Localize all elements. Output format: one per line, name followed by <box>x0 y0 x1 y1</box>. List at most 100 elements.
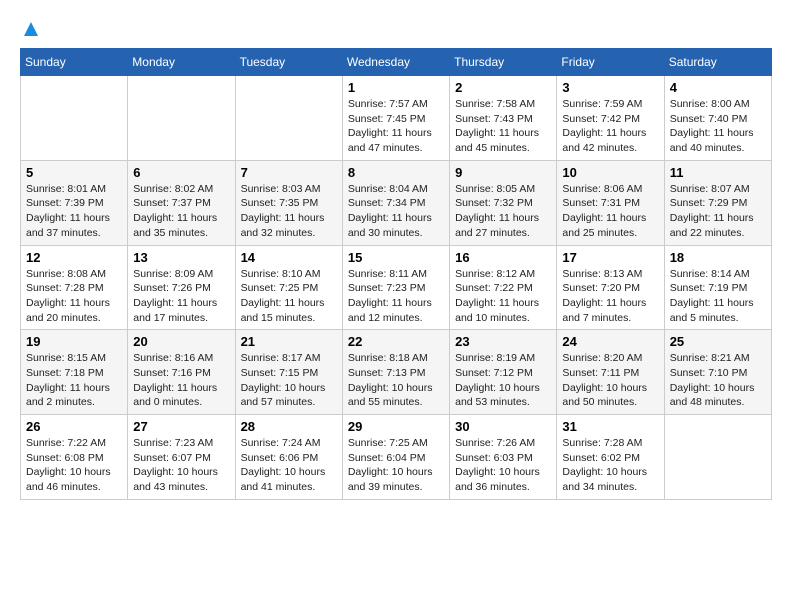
day-info: Sunrise: 8:03 AM Sunset: 7:35 PM Dayligh… <box>241 182 337 241</box>
day-info: Sunrise: 8:06 AM Sunset: 7:31 PM Dayligh… <box>562 182 658 241</box>
day-number: 27 <box>133 419 229 434</box>
day-cell: 18Sunrise: 8:14 AM Sunset: 7:19 PM Dayli… <box>664 245 771 330</box>
day-cell: 28 Sunrise: 7:24 AM Sunset: 6:06 PM Dayli… <box>235 415 342 500</box>
day-number: 20 <box>133 334 229 349</box>
day-cell <box>21 76 128 161</box>
day-info: Sunrise: 8:17 AM Sunset: 7:15 PM Dayligh… <box>241 351 337 410</box>
day-info: Sunrise: 8:09 AM Sunset: 7:26 PM Dayligh… <box>133 267 229 326</box>
day-cell: 3 Sunrise: 7:59 AM Sunset: 7:42 PM Daylig… <box>557 76 664 161</box>
day-number: 4 <box>670 80 766 95</box>
day-info: Sunrise: 7:22 AM Sunset: 6:08 PM Dayligh… <box>26 436 122 495</box>
day-number: 9 <box>455 165 551 180</box>
calendar-table: SundayMondayTuesdayWednesdayThursdayFrid… <box>20 48 772 500</box>
weekday-header-wednesday: Wednesday <box>342 49 449 76</box>
weekday-header-monday: Monday <box>128 49 235 76</box>
day-cell <box>235 76 342 161</box>
day-cell: 9 Sunrise: 8:05 AM Sunset: 7:32 PM Daylig… <box>450 160 557 245</box>
day-info: Sunrise: 7:58 AM Sunset: 7:43 PM Dayligh… <box>455 97 551 156</box>
day-info: Sunrise: 8:12 AM Sunset: 7:22 PM Dayligh… <box>455 267 551 326</box>
day-cell: 23 Sunrise: 8:19 AM Sunset: 7:12 PM Dayli… <box>450 330 557 415</box>
day-number: 13 <box>133 250 229 265</box>
day-cell: 11 Sunrise: 8:07 AM Sunset: 7:29 PM Dayli… <box>664 160 771 245</box>
day-number: 19 <box>26 334 122 349</box>
day-number: 30 <box>455 419 551 434</box>
day-number: 28 <box>241 419 337 434</box>
day-number: 12 <box>26 250 122 265</box>
day-cell: 12Sunrise: 8:08 AM Sunset: 7:28 PM Dayli… <box>21 245 128 330</box>
day-info: Sunrise: 7:26 AM Sunset: 6:03 PM Dayligh… <box>455 436 551 495</box>
weekday-header-saturday: Saturday <box>664 49 771 76</box>
day-info: Sunrise: 8:07 AM Sunset: 7:29 PM Dayligh… <box>670 182 766 241</box>
day-cell: 5Sunrise: 8:01 AM Sunset: 7:39 PM Daylig… <box>21 160 128 245</box>
day-info: Sunrise: 8:05 AM Sunset: 7:32 PM Dayligh… <box>455 182 551 241</box>
day-number: 2 <box>455 80 551 95</box>
day-number: 5 <box>26 165 122 180</box>
day-number: 3 <box>562 80 658 95</box>
day-number: 8 <box>348 165 444 180</box>
day-number: 22 <box>348 334 444 349</box>
day-cell: 20 Sunrise: 8:16 AM Sunset: 7:16 PM Dayli… <box>128 330 235 415</box>
day-cell <box>128 76 235 161</box>
day-number: 10 <box>562 165 658 180</box>
page-header <box>20 20 772 32</box>
day-number: 29 <box>348 419 444 434</box>
day-info: Sunrise: 7:25 AM Sunset: 6:04 PM Dayligh… <box>348 436 444 495</box>
day-cell: 6 Sunrise: 8:02 AM Sunset: 7:37 PM Daylig… <box>128 160 235 245</box>
day-number: 14 <box>241 250 337 265</box>
day-number: 18 <box>670 250 766 265</box>
day-cell: 16 Sunrise: 8:12 AM Sunset: 7:22 PM Dayli… <box>450 245 557 330</box>
weekday-header-row: SundayMondayTuesdayWednesdayThursdayFrid… <box>21 49 772 76</box>
day-cell: 2 Sunrise: 7:58 AM Sunset: 7:43 PM Daylig… <box>450 76 557 161</box>
day-info: Sunrise: 7:24 AM Sunset: 6:06 PM Dayligh… <box>241 436 337 495</box>
day-info: Sunrise: 8:11 AM Sunset: 7:23 PM Dayligh… <box>348 267 444 326</box>
day-number: 7 <box>241 165 337 180</box>
logo <box>20 20 40 32</box>
weekday-header-tuesday: Tuesday <box>235 49 342 76</box>
day-number: 11 <box>670 165 766 180</box>
day-cell: 17 Sunrise: 8:13 AM Sunset: 7:20 PM Dayli… <box>557 245 664 330</box>
day-cell: 22 Sunrise: 8:18 AM Sunset: 7:13 PM Dayli… <box>342 330 449 415</box>
day-number: 31 <box>562 419 658 434</box>
day-cell: 15 Sunrise: 8:11 AM Sunset: 7:23 PM Dayli… <box>342 245 449 330</box>
day-number: 23 <box>455 334 551 349</box>
day-cell: 30 Sunrise: 7:26 AM Sunset: 6:03 PM Dayli… <box>450 415 557 500</box>
day-number: 15 <box>348 250 444 265</box>
weekday-header-sunday: Sunday <box>21 49 128 76</box>
day-cell: 10 Sunrise: 8:06 AM Sunset: 7:31 PM Dayli… <box>557 160 664 245</box>
week-row-2: 5Sunrise: 8:01 AM Sunset: 7:39 PM Daylig… <box>21 160 772 245</box>
day-number: 6 <box>133 165 229 180</box>
day-cell: 24Sunrise: 8:20 AM Sunset: 7:11 PM Dayli… <box>557 330 664 415</box>
day-number: 21 <box>241 334 337 349</box>
day-number: 25 <box>670 334 766 349</box>
day-info: Sunrise: 8:10 AM Sunset: 7:25 PM Dayligh… <box>241 267 337 326</box>
day-cell: 31 Sunrise: 7:28 AM Sunset: 6:02 PM Dayli… <box>557 415 664 500</box>
week-row-4: 19Sunrise: 8:15 AM Sunset: 7:18 PM Dayli… <box>21 330 772 415</box>
day-number: 17 <box>562 250 658 265</box>
day-number: 16 <box>455 250 551 265</box>
day-cell: 26Sunrise: 7:22 AM Sunset: 6:08 PM Dayli… <box>21 415 128 500</box>
day-number: 1 <box>348 80 444 95</box>
week-row-3: 12Sunrise: 8:08 AM Sunset: 7:28 PM Dayli… <box>21 245 772 330</box>
day-info: Sunrise: 7:23 AM Sunset: 6:07 PM Dayligh… <box>133 436 229 495</box>
day-cell: 13 Sunrise: 8:09 AM Sunset: 7:26 PM Dayli… <box>128 245 235 330</box>
day-info: Sunrise: 8:02 AM Sunset: 7:37 PM Dayligh… <box>133 182 229 241</box>
day-cell: 29 Sunrise: 7:25 AM Sunset: 6:04 PM Dayli… <box>342 415 449 500</box>
day-info: Sunrise: 8:16 AM Sunset: 7:16 PM Dayligh… <box>133 351 229 410</box>
logo-icon <box>22 20 40 38</box>
day-cell: 25Sunrise: 8:21 AM Sunset: 7:10 PM Dayli… <box>664 330 771 415</box>
day-info: Sunrise: 8:00 AM Sunset: 7:40 PM Dayligh… <box>670 97 766 156</box>
day-info: Sunrise: 7:57 AM Sunset: 7:45 PM Dayligh… <box>348 97 444 156</box>
day-cell: 4 Sunrise: 8:00 AM Sunset: 7:40 PM Daylig… <box>664 76 771 161</box>
day-cell: 27 Sunrise: 7:23 AM Sunset: 6:07 PM Dayli… <box>128 415 235 500</box>
day-info: Sunrise: 8:18 AM Sunset: 7:13 PM Dayligh… <box>348 351 444 410</box>
day-info: Sunrise: 8:19 AM Sunset: 7:12 PM Dayligh… <box>455 351 551 410</box>
week-row-1: 1 Sunrise: 7:57 AM Sunset: 7:45 PM Daylig… <box>21 76 772 161</box>
day-number: 24 <box>562 334 658 349</box>
week-row-5: 26Sunrise: 7:22 AM Sunset: 6:08 PM Dayli… <box>21 415 772 500</box>
day-info: Sunrise: 7:28 AM Sunset: 6:02 PM Dayligh… <box>562 436 658 495</box>
day-info: Sunrise: 8:13 AM Sunset: 7:20 PM Dayligh… <box>562 267 658 326</box>
day-cell: 14 Sunrise: 8:10 AM Sunset: 7:25 PM Dayli… <box>235 245 342 330</box>
day-cell: 7 Sunrise: 8:03 AM Sunset: 7:35 PM Daylig… <box>235 160 342 245</box>
day-info: Sunrise: 7:59 AM Sunset: 7:42 PM Dayligh… <box>562 97 658 156</box>
day-cell <box>664 415 771 500</box>
